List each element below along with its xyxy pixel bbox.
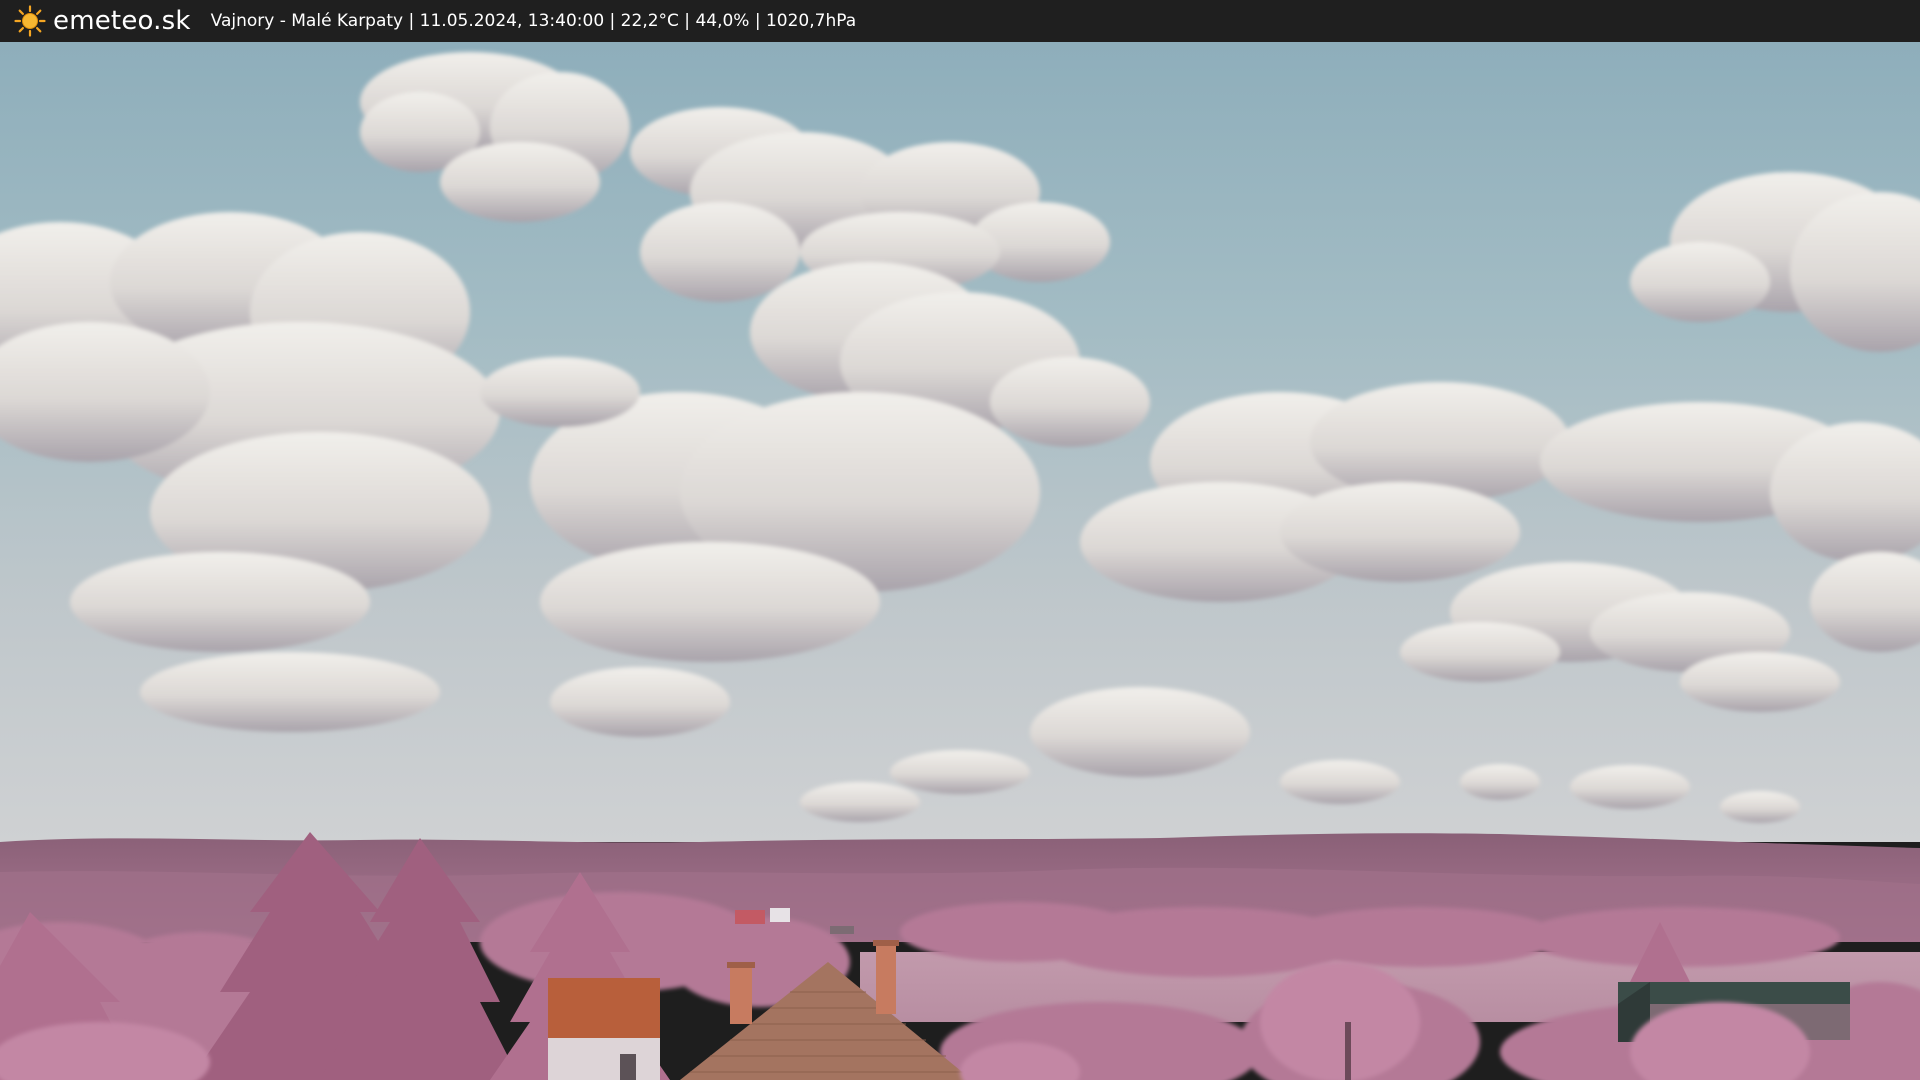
brand-name: emeteo.sk (53, 6, 191, 36)
station-info: Vajnory - Malé Karpaty | 11.05.2024, 13:… (210, 11, 857, 31)
logo[interactable]: emeteo.sk (14, 0, 191, 42)
webcam-image (0, 42, 1920, 1080)
sun-icon (14, 5, 46, 37)
top-bar: emeteo.sk Vajnory - Malé Karpaty | 11.05… (0, 0, 1920, 42)
